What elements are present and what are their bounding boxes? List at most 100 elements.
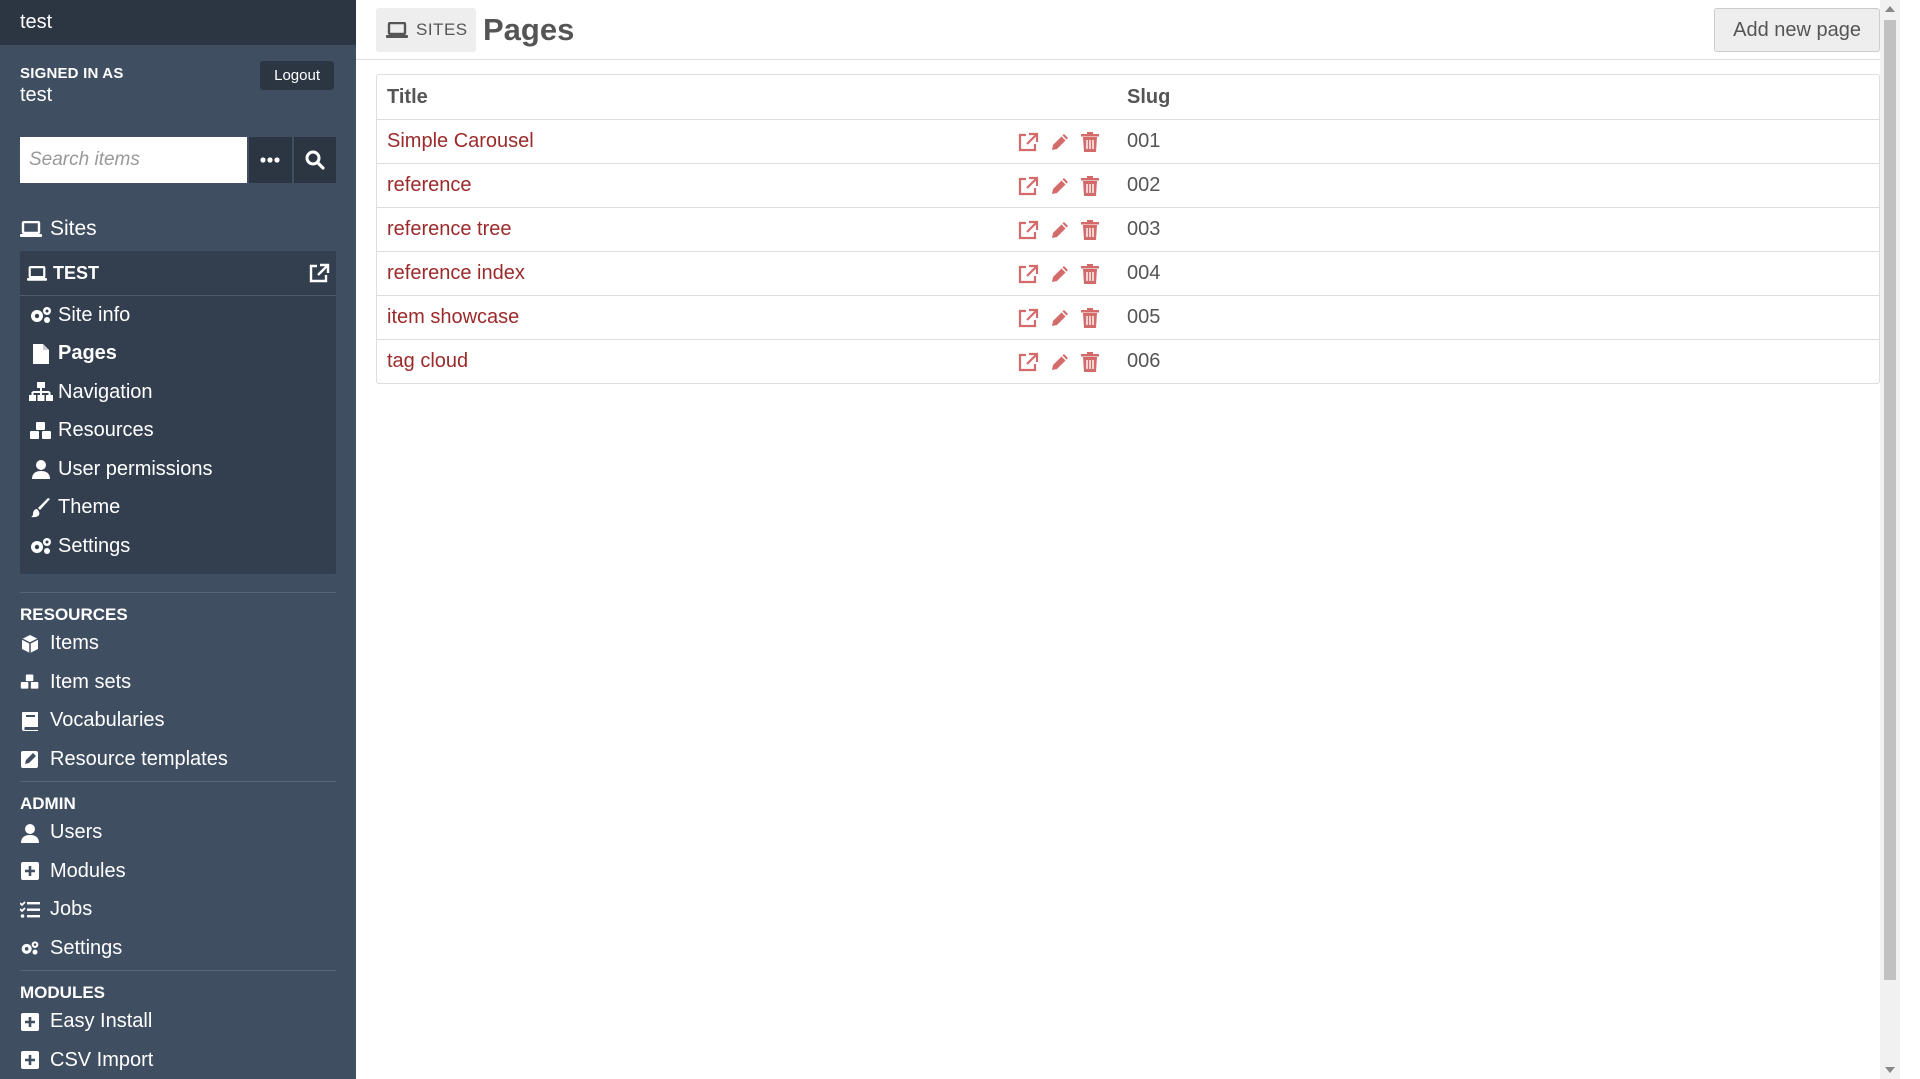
trash-icon[interactable]	[1081, 351, 1099, 372]
external-link-icon[interactable]	[308, 263, 330, 283]
nav-label: CSV Import	[50, 1048, 154, 1071]
nav-csv-import[interactable]: CSV Import	[20, 1041, 336, 1079]
pencil-icon[interactable]	[1050, 308, 1070, 328]
trash-icon[interactable]	[1081, 219, 1099, 240]
page-title-link[interactable]: reference	[377, 174, 1017, 197]
page-title: Pages	[483, 12, 575, 47]
nav-modules[interactable]: Modules	[20, 852, 336, 891]
divider	[20, 780, 336, 782]
nav-label: Jobs	[50, 898, 93, 921]
nav-resource-templates[interactable]: Resource templates	[20, 740, 336, 779]
scroll-thumb[interactable]	[1884, 20, 1896, 980]
breadcrumb-sites[interactable]: SITES	[376, 8, 476, 52]
page-title-link[interactable]: item showcase	[377, 306, 1017, 329]
external-link-icon[interactable]	[1017, 176, 1039, 196]
column-slug: Slug	[1127, 85, 1171, 108]
scroll-up-arrow[interactable]	[1885, 6, 1895, 12]
gears-icon	[20, 938, 40, 958]
trash-icon[interactable]	[1081, 307, 1099, 328]
divider	[20, 591, 336, 593]
row-actions	[1017, 131, 1127, 152]
site-nav-theme[interactable]: Theme	[20, 489, 336, 528]
table-header: Title Slug	[377, 75, 1879, 120]
external-link-icon[interactable]	[1017, 220, 1039, 240]
cube-icon	[20, 634, 40, 654]
laptop-icon	[20, 221, 42, 237]
pencil-icon[interactable]	[1050, 264, 1070, 284]
nav-label: Resource templates	[50, 747, 228, 770]
sites-link[interactable]: Sites	[20, 217, 336, 241]
nav-jobs[interactable]: Jobs	[20, 891, 336, 930]
external-link-icon[interactable]	[1017, 352, 1039, 372]
site-nav-navigation[interactable]: Navigation	[20, 373, 336, 412]
site-panel: TEST Site info Pages Navigation Resource…	[20, 251, 336, 574]
trash-icon[interactable]	[1081, 175, 1099, 196]
logout-button[interactable]: Logout	[260, 61, 334, 90]
plus-square-icon	[20, 1012, 40, 1031]
trash-icon[interactable]	[1081, 263, 1099, 284]
nav-label: Settings	[50, 936, 123, 959]
search-form: Search items	[20, 137, 336, 183]
table-row: Simple Carousel 001	[377, 120, 1879, 164]
scrollbar[interactable]	[1880, 0, 1900, 1079]
table-row: item showcase 005	[377, 296, 1879, 340]
page-slug: 004	[1127, 262, 1161, 284]
page-title-link[interactable]: reference index	[377, 262, 1017, 285]
add-new-page-button[interactable]: Add new page	[1714, 8, 1880, 52]
file-icon	[27, 343, 54, 364]
nav-vocabularies[interactable]: Vocabularies	[20, 702, 336, 741]
site-nav-label: Resources	[58, 419, 154, 442]
page-title-link[interactable]: tag cloud	[377, 350, 1017, 373]
resources-heading: RESOURCES	[20, 604, 128, 624]
main-content: SITES Pages Add new page Title Slug Simp…	[356, 0, 1900, 1079]
nav-easy-install[interactable]: Easy Install	[20, 1003, 336, 1042]
search-input[interactable]: Search items	[20, 137, 248, 183]
nav-settings[interactable]: Settings	[20, 929, 336, 968]
row-actions	[1017, 307, 1127, 328]
pencil-icon[interactable]	[1050, 220, 1070, 240]
site-nav-label: Settings	[58, 534, 131, 557]
external-link-icon[interactable]	[1017, 308, 1039, 328]
site-title[interactable]: TEST	[20, 251, 336, 296]
plus-square-icon	[20, 1051, 40, 1070]
scroll-down-arrow[interactable]	[1885, 1067, 1895, 1073]
search-icon	[305, 150, 325, 170]
site-nav-site-info[interactable]: Site info	[20, 296, 336, 335]
external-link-icon[interactable]	[1017, 132, 1039, 152]
pencil-icon[interactable]	[1050, 176, 1070, 196]
admin-heading: ADMIN	[20, 793, 76, 813]
sites-label: Sites	[50, 217, 97, 240]
installation-title[interactable]: test	[0, 0, 356, 45]
edit-icon	[20, 749, 40, 769]
site-nav-user-permissions[interactable]: User permissions	[20, 450, 336, 489]
gears-icon	[27, 305, 54, 325]
site-nav-pages[interactable]: Pages	[20, 335, 336, 374]
laptop-icon	[386, 22, 408, 38]
pencil-icon[interactable]	[1050, 132, 1070, 152]
trash-icon[interactable]	[1081, 131, 1099, 152]
table-row: tag cloud 006	[377, 340, 1879, 383]
site-name: TEST	[53, 262, 100, 283]
pencil-icon[interactable]	[1050, 352, 1070, 372]
row-actions	[1017, 219, 1127, 240]
row-actions	[1017, 175, 1127, 196]
site-nav-resources[interactable]: Resources	[20, 412, 336, 451]
row-actions	[1017, 351, 1127, 372]
table-row: reference index 004	[377, 252, 1879, 296]
ellipsis-icon	[260, 157, 280, 163]
nav-items[interactable]: Items	[20, 625, 336, 664]
brush-icon	[27, 497, 54, 518]
page-title-link[interactable]: Simple Carousel	[377, 130, 1017, 153]
cubes-icon	[27, 421, 54, 441]
external-link-icon[interactable]	[1017, 264, 1039, 284]
search-button[interactable]	[293, 137, 336, 183]
breadcrumb-label: SITES	[416, 20, 468, 39]
page-slug: 006	[1127, 350, 1161, 372]
site-nav-settings[interactable]: Settings	[20, 527, 336, 566]
nav-users[interactable]: Users	[20, 814, 336, 853]
advanced-search-button[interactable]	[249, 137, 292, 183]
page-title-link[interactable]: reference tree	[377, 218, 1017, 241]
nav-item-sets[interactable]: Item sets	[20, 663, 336, 702]
cubes-icon	[20, 673, 40, 691]
user-icon	[27, 459, 54, 480]
